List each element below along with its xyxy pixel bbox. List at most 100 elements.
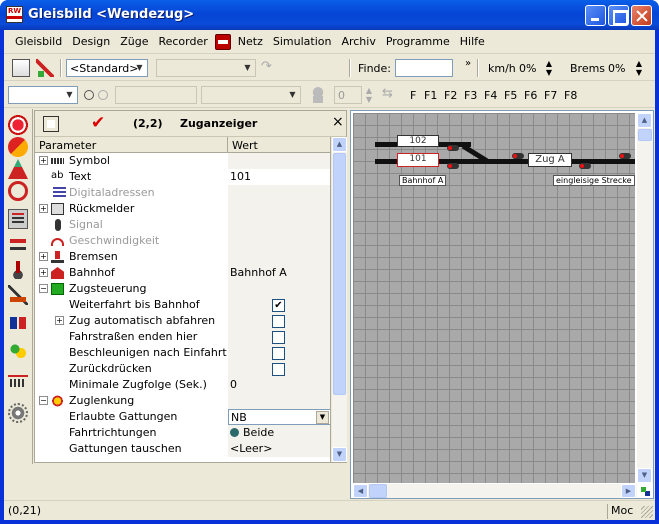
train-box-102[interactable]: 102 xyxy=(397,135,439,147)
fkey-f1[interactable]: F1 xyxy=(424,89,437,102)
document-icon[interactable] xyxy=(8,209,28,229)
menu-design[interactable]: Design xyxy=(67,35,115,48)
map-corner-icon[interactable] xyxy=(639,485,651,497)
weiterfahrt-checkbox[interactable]: ✔ xyxy=(272,299,285,312)
routes-end-checkbox[interactable] xyxy=(272,331,285,344)
radio-backward[interactable] xyxy=(98,90,108,100)
signal-marker[interactable] xyxy=(579,163,591,169)
double-chevron-down-icon[interactable]: » xyxy=(463,59,473,77)
scroll-down-icon[interactable]: ▼ xyxy=(332,447,347,462)
auto-depart-checkbox[interactable] xyxy=(272,315,285,328)
scroll-thumb[interactable] xyxy=(638,129,652,141)
row-zug-automatisch[interactable]: + Zug automatisch abfahren xyxy=(35,313,330,329)
recycle-icon[interactable] xyxy=(8,181,28,201)
row-geschwindigkeit[interactable]: Geschwindigkeit xyxy=(35,233,330,249)
app-icon[interactable]: RW xyxy=(6,6,23,23)
fkey-f8[interactable]: F8 xyxy=(564,89,577,102)
checkmark-icon[interactable]: ✔ xyxy=(91,113,105,133)
panel-vertical-scrollbar[interactable]: ▲ ▼ xyxy=(332,137,347,462)
close-window-button[interactable] xyxy=(631,5,652,26)
resize-grip[interactable] xyxy=(641,506,653,518)
scroll-right-icon[interactable]: ▶ xyxy=(621,484,636,498)
accessory-icon[interactable] xyxy=(8,341,28,361)
row-zugsteuerung[interactable]: − Zugsteuerung xyxy=(35,281,330,297)
brake-spin[interactable]: ▲ ▼ xyxy=(634,59,644,77)
scroll-thumb[interactable] xyxy=(333,153,346,395)
scroll-left-icon[interactable]: ◀ xyxy=(353,484,368,498)
gattungen-select[interactable]: NB ▼ xyxy=(228,409,330,425)
signal-marker[interactable] xyxy=(619,153,631,159)
scroll-thumb[interactable] xyxy=(369,484,387,498)
row-signal[interactable]: Signal xyxy=(35,217,330,233)
edit-tool-icon[interactable] xyxy=(36,59,54,77)
row-erlaubte-gattungen[interactable]: Erlaubte Gattungen NB ▼ xyxy=(35,409,330,425)
scroll-up-icon[interactable]: ▲ xyxy=(332,137,347,152)
scroll-down-icon[interactable]: ▼ xyxy=(637,468,652,483)
row-zuglenkung[interactable]: − Zuglenkung xyxy=(35,393,330,409)
row-fahrstrassen[interactable]: Fahrstraßen enden hier xyxy=(35,329,330,345)
signal-marker[interactable] xyxy=(512,153,524,159)
gear-icon[interactable] xyxy=(8,403,28,423)
fkey-f6[interactable]: F6 xyxy=(524,89,537,102)
crane-icon[interactable] xyxy=(8,285,28,305)
row-min-zugfolge[interactable]: Minimale Zugfolge (Sek.) 0 xyxy=(35,377,330,393)
fkey-f3[interactable]: F3 xyxy=(464,89,477,102)
select-element-icon[interactable] xyxy=(43,116,59,132)
loco-icon[interactable] xyxy=(8,235,28,255)
menu-netz[interactable]: Netz xyxy=(233,35,268,48)
train-box-101[interactable]: 101 xyxy=(397,153,439,167)
radio-forward[interactable] xyxy=(84,90,94,100)
lever-icon[interactable] xyxy=(8,259,28,279)
signal-marker[interactable] xyxy=(447,163,459,169)
row-weiterfahrt[interactable]: Weiterfahrt bis Bahnhof ✔ xyxy=(35,297,330,313)
row-bahnhof[interactable]: + Bahnhof Bahnhof A xyxy=(35,265,330,281)
train-combo[interactable]: ▼ xyxy=(8,86,78,104)
push-back-checkbox[interactable] xyxy=(272,363,285,376)
row-zurueckdruecken[interactable]: Zurückdrücken xyxy=(35,361,330,377)
fkey-f5[interactable]: F5 xyxy=(504,89,517,102)
row-symbol[interactable]: + Symbol xyxy=(35,153,330,169)
text-value-input[interactable]: 101 xyxy=(228,169,330,185)
maximize-button[interactable] xyxy=(608,5,629,26)
fkey-f4[interactable]: F4 xyxy=(484,89,497,102)
map-vertical-scrollbar[interactable]: ▲ ▼ xyxy=(637,113,653,483)
signal-marker[interactable] xyxy=(447,145,459,151)
scroll-up-icon[interactable]: ▲ xyxy=(637,113,652,128)
fkey-f[interactable]: F xyxy=(410,89,416,102)
menu-gleisbild[interactable]: Gleisbild xyxy=(10,35,67,48)
min-interval-input[interactable]: 0 xyxy=(228,377,330,393)
row-gattungen-tauschen[interactable]: Gattungen tauschen <Leer> xyxy=(35,441,330,457)
map-horizontal-scrollbar[interactable]: ◀ ▶ xyxy=(353,484,637,498)
row-rueckmelder[interactable]: + Rückmelder xyxy=(35,201,330,217)
menu-recorder[interactable]: Recorder xyxy=(153,35,212,48)
route-icon[interactable] xyxy=(8,137,28,157)
title-bar[interactable]: RW Gleisbild <Wendezug> xyxy=(0,0,659,30)
menu-simulation[interactable]: Simulation xyxy=(268,35,337,48)
copy-icon[interactable] xyxy=(12,59,30,77)
panel-close-icon[interactable]: × xyxy=(332,114,344,130)
fkey-f7[interactable]: F7 xyxy=(544,89,557,102)
menu-programme[interactable]: Programme xyxy=(381,35,455,48)
row-bremsen[interactable]: + Bremsen xyxy=(35,249,330,265)
accelerate-checkbox[interactable] xyxy=(272,347,285,360)
row-fahrtrichtungen[interactable]: Fahrtrichtungen Beide xyxy=(35,425,330,441)
find-input[interactable] xyxy=(395,59,453,77)
menu-zuege[interactable]: Züge xyxy=(115,35,153,48)
find-label: Finde: xyxy=(358,62,392,75)
fkey-f2[interactable]: F2 xyxy=(444,89,457,102)
track-grid[interactable]: 102 101 Zug A Bahnhof A eingleisige Stre… xyxy=(353,113,635,483)
menu-archiv[interactable]: Archiv xyxy=(336,35,380,48)
style-combo[interactable]: <Standard> ▼ xyxy=(66,59,148,77)
speed-spin[interactable]: ▲ ▼ xyxy=(544,59,554,77)
train-label-box[interactable]: Zug A xyxy=(528,153,572,167)
wagons-icon[interactable] xyxy=(8,313,28,333)
minimize-button[interactable] xyxy=(585,5,606,26)
recorder-icon[interactable] xyxy=(214,33,231,50)
row-beschleunigen[interactable]: Beschleunigen nach Einfahrt xyxy=(35,345,330,361)
meter-icon[interactable] xyxy=(8,371,28,391)
row-digitaladressen[interactable]: Digitaladressen xyxy=(35,185,330,201)
signal-icon[interactable] xyxy=(8,159,28,179)
row-text[interactable]: ab Text 101 xyxy=(35,169,330,185)
menu-hilfe[interactable]: Hilfe xyxy=(455,35,490,48)
train-control-icon[interactable] xyxy=(8,115,28,135)
